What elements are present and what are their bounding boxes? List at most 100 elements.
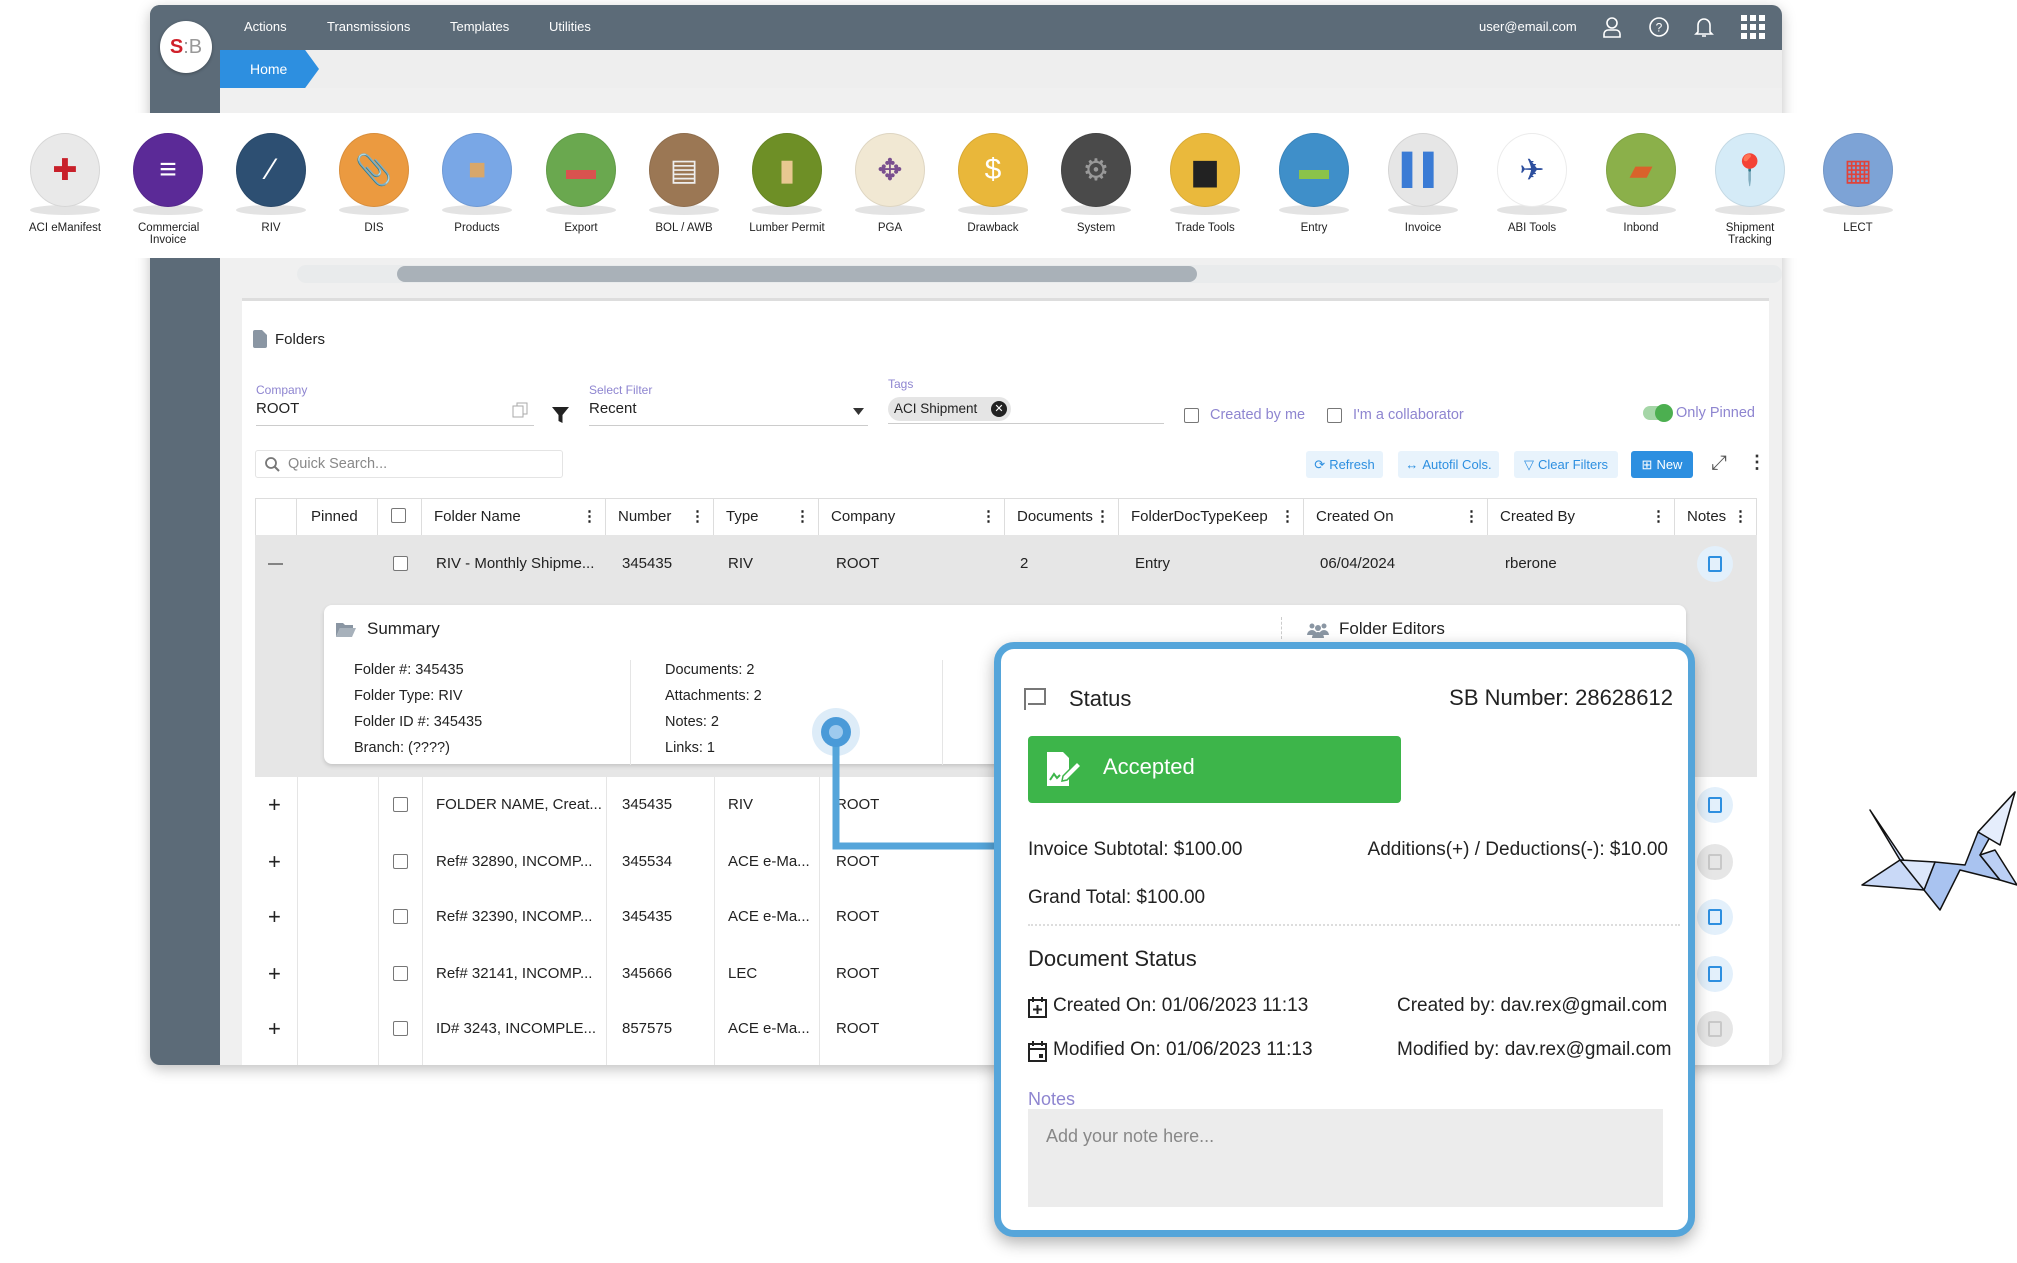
help-icon[interactable]: ? [1645, 13, 1673, 41]
column-menu-icon[interactable]: ⋮ [981, 498, 996, 535]
column-menu-icon[interactable]: ⋮ [795, 498, 810, 535]
app-abi-tools[interactable]: ✈ ABI Tools [1477, 113, 1587, 234]
app-drawback[interactable]: $ Drawback [938, 113, 1048, 234]
row-checkbox[interactable] [393, 854, 408, 869]
notes-icon[interactable] [1697, 787, 1733, 823]
app-shipment-tracking[interactable]: 📍 Shipment Tracking [1695, 113, 1805, 246]
bell-icon[interactable] [1690, 13, 1718, 41]
expand-row-icon[interactable]: + [268, 1016, 281, 1042]
user-email[interactable]: user@email.com [1479, 19, 1577, 34]
pin-icon[interactable] [331, 795, 345, 815]
row-checkbox[interactable] [393, 556, 408, 571]
select-all-checkbox[interactable] [391, 508, 406, 523]
app-dis[interactable]: 📎 DIS [319, 113, 429, 234]
refresh-button[interactable]: ⟳ Refresh [1306, 451, 1383, 478]
notes-icon[interactable] [1697, 956, 1733, 992]
notes-textarea[interactable]: Add your note here... [1028, 1109, 1663, 1207]
select-filter-dropdown[interactable]: Recent [589, 400, 868, 426]
expand-row-icon[interactable]: + [268, 849, 281, 875]
expand-row-icon[interactable]: + [268, 904, 281, 930]
expand-row-icon[interactable]: + [268, 792, 281, 818]
notes-icon[interactable] [1697, 899, 1733, 935]
app-export[interactable]: ▬ Export [526, 113, 636, 234]
app-lect[interactable]: ▦ LECT [1803, 113, 1913, 234]
app-label: RIV [261, 222, 281, 234]
row-checkbox[interactable] [393, 966, 408, 981]
created-by-me-checkbox[interactable] [1184, 408, 1199, 423]
company-field[interactable]: ROOT [256, 400, 534, 426]
column-header[interactable] [378, 498, 422, 535]
filter-icon[interactable] [552, 407, 569, 424]
app-strip-scrollbar[interactable] [297, 265, 1782, 283]
quick-search-input[interactable]: Quick Search... [255, 450, 563, 478]
app-commercial-invoice[interactable]: ≡ Commercial Invoice [113, 113, 223, 246]
column-menu-icon[interactable]: ⋮ [1733, 498, 1748, 535]
notes-icon[interactable] [1697, 844, 1733, 880]
column-divider [378, 777, 379, 1065]
cell-name: RIV - Monthly Shipme... [436, 555, 595, 572]
column-header[interactable]: FolderDocTypeKeep ⋮ [1119, 498, 1304, 535]
column-menu-icon[interactable]: ⋮ [1280, 498, 1295, 535]
column-menu-icon[interactable]: ⋮ [690, 498, 705, 535]
notes-icon[interactable] [1697, 546, 1733, 582]
nav-utilities[interactable]: Utilities [549, 19, 591, 34]
collaborator-checkbox[interactable] [1327, 408, 1342, 423]
nav-templates[interactable]: Templates [450, 19, 509, 34]
app-lumber-permit[interactable]: ▮ Lumber Permit [732, 113, 842, 234]
column-header[interactable]: Created By ⋮ [1488, 498, 1675, 535]
logo[interactable]: S:B [160, 21, 212, 73]
column-header[interactable]: Folder Name ⋮ [422, 498, 606, 535]
clear-filters-button[interactable]: ▽ Clear Filters [1514, 451, 1618, 478]
cell-number: 345534 [622, 853, 673, 870]
app-bol-awb[interactable]: ▤ BOL / AWB [629, 113, 739, 234]
column-header[interactable]: Notes ⋮ [1675, 498, 1757, 535]
scrollbar-thumb[interactable] [397, 266, 1197, 282]
notes-icon[interactable] [1697, 1011, 1733, 1047]
row-checkbox[interactable] [393, 797, 408, 812]
column-header[interactable]: Number ⋮ [606, 498, 714, 535]
nav-actions[interactable]: Actions [244, 19, 287, 34]
new-label: New [1656, 457, 1683, 472]
user-icon[interactable] [1598, 13, 1626, 41]
column-header[interactable]: Company ⋮ [819, 498, 1005, 535]
column-menu-icon[interactable]: ⋮ [1464, 498, 1479, 535]
app-entry[interactable]: ▬ Entry [1259, 113, 1369, 234]
copy-icon[interactable] [512, 402, 528, 418]
column-header[interactable]: Created On ⋮ [1304, 498, 1488, 535]
pin-icon[interactable] [331, 852, 345, 872]
nav-transmissions[interactable]: Transmissions [327, 19, 410, 34]
app-pga[interactable]: ✥ PGA [835, 113, 945, 234]
expand-icon[interactable]: ⤢ [1711, 452, 1727, 475]
app-products[interactable]: ■ Products [422, 113, 532, 234]
autofit-columns-button[interactable]: ↔ Autofil Cols. [1398, 451, 1499, 478]
collapse-row-icon[interactable]: — [268, 555, 283, 572]
pin-icon[interactable] [331, 964, 345, 984]
remove-tag-icon[interactable]: ✕ [991, 401, 1007, 417]
pin-icon[interactable] [331, 907, 345, 927]
more-options-icon[interactable]: ⋮ [1748, 452, 1766, 473]
app-invoice[interactable]: ▌▌ Invoice [1368, 113, 1478, 234]
column-header[interactable] [255, 498, 297, 535]
app-aci-emanifest[interactable]: ✚ ACI eManifest [10, 113, 120, 234]
pin-icon[interactable] [331, 554, 345, 574]
breadcrumb-home[interactable]: Home [220, 50, 319, 88]
column-menu-icon[interactable]: ⋮ [1095, 498, 1110, 535]
app-trade-tools[interactable]: ▆ Trade Tools [1150, 113, 1260, 234]
new-button[interactable]: ⊞ New [1631, 451, 1693, 478]
cell-name: Ref# 32141, INCOMP... [436, 965, 593, 982]
column-header[interactable]: Documents ⋮ [1005, 498, 1119, 535]
app-system[interactable]: ⚙ System [1041, 113, 1151, 234]
column-header[interactable]: Type ⋮ [714, 498, 819, 535]
column-header[interactable]: Pinned [297, 498, 378, 535]
row-checkbox[interactable] [393, 909, 408, 924]
app-riv[interactable]: ⁄ RIV [216, 113, 326, 234]
column-menu-icon[interactable]: ⋮ [1651, 498, 1666, 535]
app-inbond[interactable]: ▰ Inbond [1586, 113, 1696, 234]
pin-icon[interactable] [331, 1019, 345, 1039]
row-checkbox[interactable] [393, 1021, 408, 1036]
only-pinned-toggle[interactable] [1643, 404, 1673, 422]
expand-row-icon[interactable]: + [268, 961, 281, 987]
column-menu-icon[interactable]: ⋮ [582, 498, 597, 535]
apps-grid-icon[interactable] [1739, 13, 1767, 41]
tags-field[interactable]: ACI Shipment ✕ [888, 396, 1164, 424]
